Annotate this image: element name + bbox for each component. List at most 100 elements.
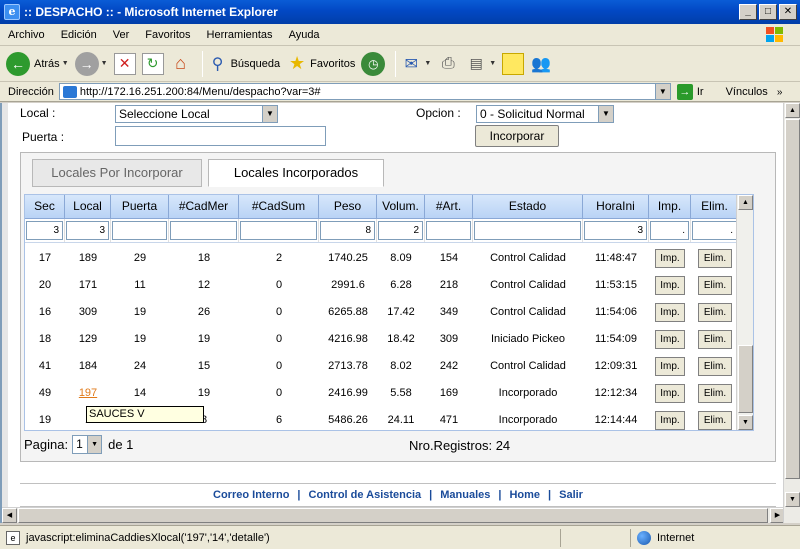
history-button[interactable]: ◷: [361, 51, 386, 76]
maximize-button[interactable]: □: [759, 4, 777, 20]
scroll-up-icon[interactable]: ▲: [738, 195, 753, 210]
imp-button[interactable]: Imp.: [655, 410, 685, 430]
imp-button[interactable]: Imp.: [655, 383, 685, 403]
filter-cell-peso: 8: [319, 219, 377, 242]
menu-edicion[interactable]: Edición: [53, 29, 105, 41]
filter-input-art[interactable]: [426, 221, 471, 240]
footer-link-manuales[interactable]: Manuales: [440, 489, 490, 501]
filter-input-puerta[interactable]: [112, 221, 167, 240]
elim-button[interactable]: Elim.: [698, 329, 732, 349]
cell-sec: 49: [38, 387, 52, 399]
menu-favoritos[interactable]: Favoritos: [137, 29, 198, 41]
notes-button[interactable]: [502, 52, 525, 75]
filter-input-elim[interactable]: .: [692, 221, 737, 240]
page-horizontal-scrollbar[interactable]: ◀ ▶: [2, 507, 785, 523]
filter-input-volum[interactable]: 2: [378, 221, 423, 240]
imp-button[interactable]: Imp.: [655, 248, 685, 268]
scroll-down-icon[interactable]: ▼: [738, 415, 753, 430]
scroll-up-icon[interactable]: ▲: [785, 103, 800, 118]
back-button[interactable]: ← Atrás ▼: [6, 51, 69, 76]
column-header-elim[interactable]: Elim.: [691, 195, 739, 218]
cell-cadmer: 26: [197, 306, 211, 318]
forward-button[interactable]: → ▼: [74, 51, 108, 76]
go-button[interactable]: → Ir: [676, 83, 704, 100]
opcion-select[interactable]: 0 - Solicitud Normal ▼: [476, 105, 614, 123]
menu-ayuda[interactable]: Ayuda: [281, 29, 328, 41]
print-button[interactable]: ⎙: [437, 53, 459, 75]
cell-puerta: 19: [133, 333, 147, 345]
address-dropdown[interactable]: ▼: [654, 84, 670, 99]
imp-button[interactable]: Imp.: [655, 275, 685, 295]
menu-herramientas[interactable]: Herramientas: [199, 29, 281, 41]
links-toolbar[interactable]: Vínculos »: [726, 86, 783, 98]
puerta-label: Puerta :: [22, 130, 65, 144]
status-panel: [560, 528, 630, 547]
address-input[interactable]: http://172.16.251.200:84/Menu/despacho?v…: [58, 83, 671, 100]
page-scroll-thumb[interactable]: [785, 119, 800, 479]
column-header-cadsum[interactable]: #CadSum: [239, 195, 319, 218]
horizontal-scroll-thumb[interactable]: [18, 508, 768, 523]
stop-icon: ✕: [113, 52, 136, 75]
column-header-estado[interactable]: Estado: [473, 195, 583, 218]
mail-button[interactable]: ✉ ▼: [400, 53, 432, 75]
edit-button[interactable]: ▤ ▼: [465, 53, 497, 75]
column-header-local[interactable]: Local: [65, 195, 111, 218]
footer-link-home[interactable]: Home: [509, 489, 540, 501]
column-header-art[interactable]: #Art.: [425, 195, 473, 218]
refresh-button[interactable]: ↻: [141, 52, 164, 75]
footer-link-correo-interno[interactable]: Correo Interno: [213, 489, 289, 501]
filter-input-peso[interactable]: 8: [320, 221, 375, 240]
cell-sec: 17: [38, 252, 52, 264]
messenger-button[interactable]: 👥: [530, 53, 552, 75]
grid-scrollbar[interactable]: ▲ ▼: [736, 195, 753, 430]
stop-button[interactable]: ✕: [113, 52, 136, 75]
puerta-input[interactable]: [115, 126, 326, 146]
filter-input-sec[interactable]: 3: [26, 221, 63, 240]
tab-locales-incorporados[interactable]: Locales Incorporados: [208, 159, 384, 187]
column-header-imp[interactable]: Imp.: [649, 195, 691, 218]
page-vertical-scrollbar[interactable]: ▲ ▼: [783, 103, 800, 523]
imp-button[interactable]: Imp.: [655, 329, 685, 349]
elim-button[interactable]: Elim.: [698, 248, 732, 268]
favorites-button[interactable]: ★ Favoritos: [286, 53, 355, 75]
elim-button[interactable]: Elim.: [698, 410, 732, 430]
imp-button[interactable]: Imp.: [655, 302, 685, 322]
footer-link-salir[interactable]: Salir: [559, 489, 583, 501]
close-button[interactable]: ✕: [779, 4, 797, 20]
menu-archivo[interactable]: Archivo: [0, 29, 53, 41]
filter-input-local[interactable]: 3: [66, 221, 109, 240]
column-header-horaini[interactable]: HoraIni: [583, 195, 649, 218]
cell-local: 309: [78, 306, 98, 318]
filter-input-horaini[interactable]: 3: [584, 221, 647, 240]
grid-scroll-thumb[interactable]: [738, 345, 753, 413]
filter-input-cadmer[interactable]: [170, 221, 237, 240]
scroll-down-icon[interactable]: ▼: [785, 492, 800, 507]
minimize-button[interactable]: _: [739, 4, 757, 20]
column-header-puerta[interactable]: Puerta: [111, 195, 169, 218]
incorporar-button[interactable]: Incorporar: [475, 125, 559, 147]
elim-button[interactable]: Elim.: [698, 356, 732, 376]
cell-local[interactable]: 197: [65, 380, 111, 407]
local-select[interactable]: Seleccione Local ▼: [115, 105, 278, 123]
page-select[interactable]: 1 ▼: [72, 435, 103, 454]
imp-button[interactable]: Imp.: [655, 356, 685, 376]
footer-link-control-asistencia[interactable]: Control de Asistencia: [309, 489, 422, 501]
filter-input-cadsum[interactable]: [240, 221, 317, 240]
elim-button[interactable]: Elim.: [698, 302, 732, 322]
column-header-peso[interactable]: Peso: [319, 195, 377, 218]
filter-input-imp[interactable]: .: [650, 221, 689, 240]
column-header-sec[interactable]: Sec: [25, 195, 65, 218]
elim-button[interactable]: Elim.: [698, 383, 732, 403]
elim-button[interactable]: Elim.: [698, 275, 732, 295]
home-button[interactable]: ⌂: [170, 53, 192, 75]
cell-volum: 5.58: [390, 387, 412, 399]
column-header-cadmer[interactable]: #CadMer: [169, 195, 239, 218]
tab-locales-por-incorporar[interactable]: Locales Por Incorporar: [32, 159, 202, 187]
column-header-volum[interactable]: Volum.: [377, 195, 425, 218]
search-button[interactable]: ⚲ Búsqueda: [207, 53, 280, 75]
cell-horaini: 11:54:06: [594, 306, 637, 318]
favorites-label: Favoritos: [310, 57, 356, 70]
scroll-left-icon[interactable]: ◀: [2, 508, 17, 523]
filter-input-estado[interactable]: [474, 221, 581, 240]
menu-ver[interactable]: Ver: [105, 29, 138, 41]
